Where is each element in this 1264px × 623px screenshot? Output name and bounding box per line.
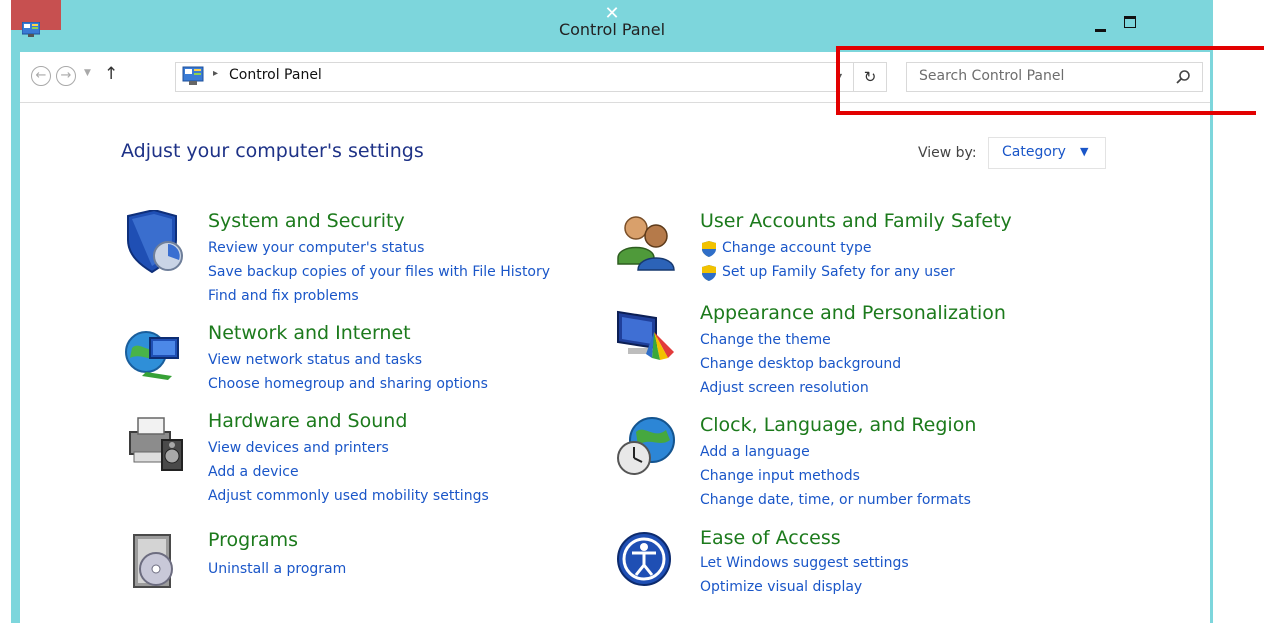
uac-shield-icon <box>702 265 716 281</box>
link-devices-printers[interactable]: View devices and printers <box>208 440 389 456</box>
forward-button[interactable]: → <box>56 66 76 86</box>
link-homegroup-sharing[interactable]: Choose homegroup and sharing options <box>208 376 488 392</box>
programs-disc-icon[interactable] <box>122 529 186 593</box>
category-title[interactable]: Ease of Access <box>700 527 841 549</box>
search-highlight-box <box>836 46 1264 115</box>
close-icon: ✕ <box>604 3 620 24</box>
link-file-history[interactable]: Save backup copies of your files with Fi… <box>208 264 550 280</box>
link-find-fix-problems[interactable]: Find and fix problems <box>208 288 359 304</box>
link-change-account-type[interactable]: Change account type <box>722 240 872 256</box>
link-change-theme[interactable]: Change the theme <box>700 332 831 348</box>
category-title[interactable]: System and Security <box>208 210 405 232</box>
back-button[interactable]: ← <box>31 66 51 86</box>
recent-locations-icon[interactable]: ▼ <box>84 68 91 78</box>
up-button[interactable]: ↑ <box>104 64 118 84</box>
link-screen-resolution[interactable]: Adjust screen resolution <box>700 380 869 396</box>
link-mobility-settings[interactable]: Adjust commonly used mobility settings <box>208 488 489 504</box>
link-add-device[interactable]: Add a device <box>208 464 299 480</box>
link-review-status[interactable]: Review your computer's status <box>208 240 424 256</box>
link-family-safety[interactable]: Set up Family Safety for any user <box>722 264 955 280</box>
link-optimize-display[interactable]: Optimize visual display <box>700 579 862 595</box>
view-by-value: Category <box>1002 144 1066 160</box>
shield-icon[interactable] <box>122 210 186 274</box>
category-title[interactable]: User Accounts and Family Safety <box>700 210 1012 232</box>
view-by-label: View by: <box>918 145 977 161</box>
control-panel-location-icon <box>182 66 204 85</box>
ease-of-access-icon[interactable] <box>614 527 678 591</box>
link-suggest-settings[interactable]: Let Windows suggest settings <box>700 555 909 571</box>
network-globe-icon[interactable] <box>122 322 186 386</box>
category-title[interactable]: Appearance and Personalization <box>700 302 1006 324</box>
address-bar[interactable]: ▸ Control Panel ▼ <box>175 62 854 92</box>
category-title[interactable]: Clock, Language, and Region <box>700 414 976 436</box>
view-by-dropdown[interactable]: Category ▼ <box>988 137 1106 169</box>
page-title: Adjust your computer's settings <box>121 140 424 162</box>
link-network-status[interactable]: View network status and tasks <box>208 352 422 368</box>
link-date-time-formats[interactable]: Change date, time, or number formats <box>700 492 971 508</box>
printer-speaker-icon[interactable] <box>122 410 186 474</box>
link-uninstall-program[interactable]: Uninstall a program <box>208 561 346 577</box>
globe-clock-icon[interactable] <box>614 414 678 478</box>
monitor-palette-icon[interactable] <box>614 302 678 366</box>
breadcrumb-control-panel[interactable]: Control Panel <box>229 67 322 83</box>
window-client-area: ← → ▼ ↑ ▸ Control Panel ▼ ↻ Search Contr… <box>20 52 1210 623</box>
uac-shield-icon <box>702 241 716 257</box>
link-add-language[interactable]: Add a language <box>700 444 810 460</box>
chevron-down-icon: ▼ <box>1080 145 1089 158</box>
users-icon[interactable] <box>614 210 678 274</box>
category-title[interactable]: Network and Internet <box>208 322 411 344</box>
category-title[interactable]: Hardware and Sound <box>208 410 407 432</box>
title-bar[interactable]: Control Panel ✕ <box>11 0 1213 52</box>
category-title[interactable]: Programs <box>208 529 298 551</box>
minimize-icon <box>1095 29 1106 32</box>
link-desktop-background[interactable]: Change desktop background <box>700 356 901 372</box>
breadcrumb-separator[interactable]: ▸ <box>213 68 218 79</box>
link-input-methods[interactable]: Change input methods <box>700 468 860 484</box>
